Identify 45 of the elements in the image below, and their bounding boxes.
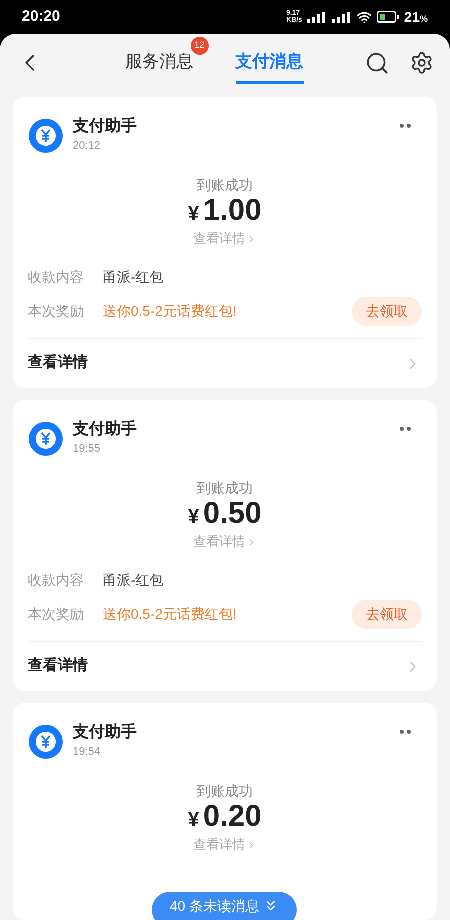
- claim-button[interactable]: 去领取: [352, 600, 422, 628]
- tab[interactable]: 支付消息: [236, 42, 304, 84]
- message-time: 20:12: [73, 139, 102, 153]
- battery-icon: [377, 11, 400, 23]
- status-time: 20:20: [22, 6, 60, 27]
- sender-name: 支付助手: [73, 723, 137, 743]
- amount-text: ¥0.20: [188, 801, 262, 835]
- amount-text: ¥0.50: [188, 498, 262, 532]
- more-icon[interactable]: [400, 427, 412, 431]
- field-label: 收款内容: [28, 268, 85, 286]
- status-text: 到账成功: [197, 176, 253, 195]
- field-value: 甬派-红包: [103, 268, 164, 286]
- status-text: 到账成功: [197, 782, 253, 801]
- detail-link[interactable]: 查看详情: [194, 230, 256, 248]
- field-label: 收款内容: [28, 570, 85, 590]
- sender-name: 支付助手: [73, 420, 137, 440]
- more-icon[interactable]: [400, 124, 412, 128]
- yuan-coin-icon: [29, 725, 63, 759]
- more-icon[interactable]: [400, 730, 412, 734]
- field-label: 本次奖励: [28, 302, 85, 320]
- message-time: 19:55: [73, 442, 102, 456]
- sender-name: 支付助手: [73, 117, 137, 137]
- battery-level: 21%: [404, 8, 428, 26]
- message-time: 19:54: [73, 745, 102, 759]
- signal-icon: [307, 12, 328, 22]
- yuan-coin-icon: [29, 119, 63, 153]
- unread-messages-pill[interactable]: 40 条未读消息: [152, 892, 298, 920]
- signal-icon: [332, 12, 352, 22]
- reward-text: 送你0.5-2元话费红包!: [103, 604, 237, 624]
- tab[interactable]: 服务消息: [126, 42, 194, 84]
- wifi-icon: [357, 10, 372, 24]
- status-text: 到账成功: [197, 479, 253, 498]
- search-icon[interactable]: [365, 50, 390, 76]
- claim-button[interactable]: 去领取: [352, 296, 422, 326]
- field-value: 甬派-红包: [103, 570, 164, 590]
- settings-icon[interactable]: [410, 51, 434, 75]
- field-label: 本次奖励: [28, 604, 85, 624]
- unread-badge: 12: [190, 37, 208, 55]
- detail-link[interactable]: 查看详情: [194, 836, 256, 854]
- yuan-coin-icon: [29, 422, 63, 456]
- amount-text: ¥1.00: [188, 195, 262, 229]
- view-details-link[interactable]: 查看详情: [28, 352, 88, 375]
- reward-text: 送你0.5-2元话费红包!: [103, 302, 237, 320]
- view-details-link[interactable]: 查看详情: [28, 655, 88, 678]
- detail-link[interactable]: 查看详情: [194, 533, 256, 551]
